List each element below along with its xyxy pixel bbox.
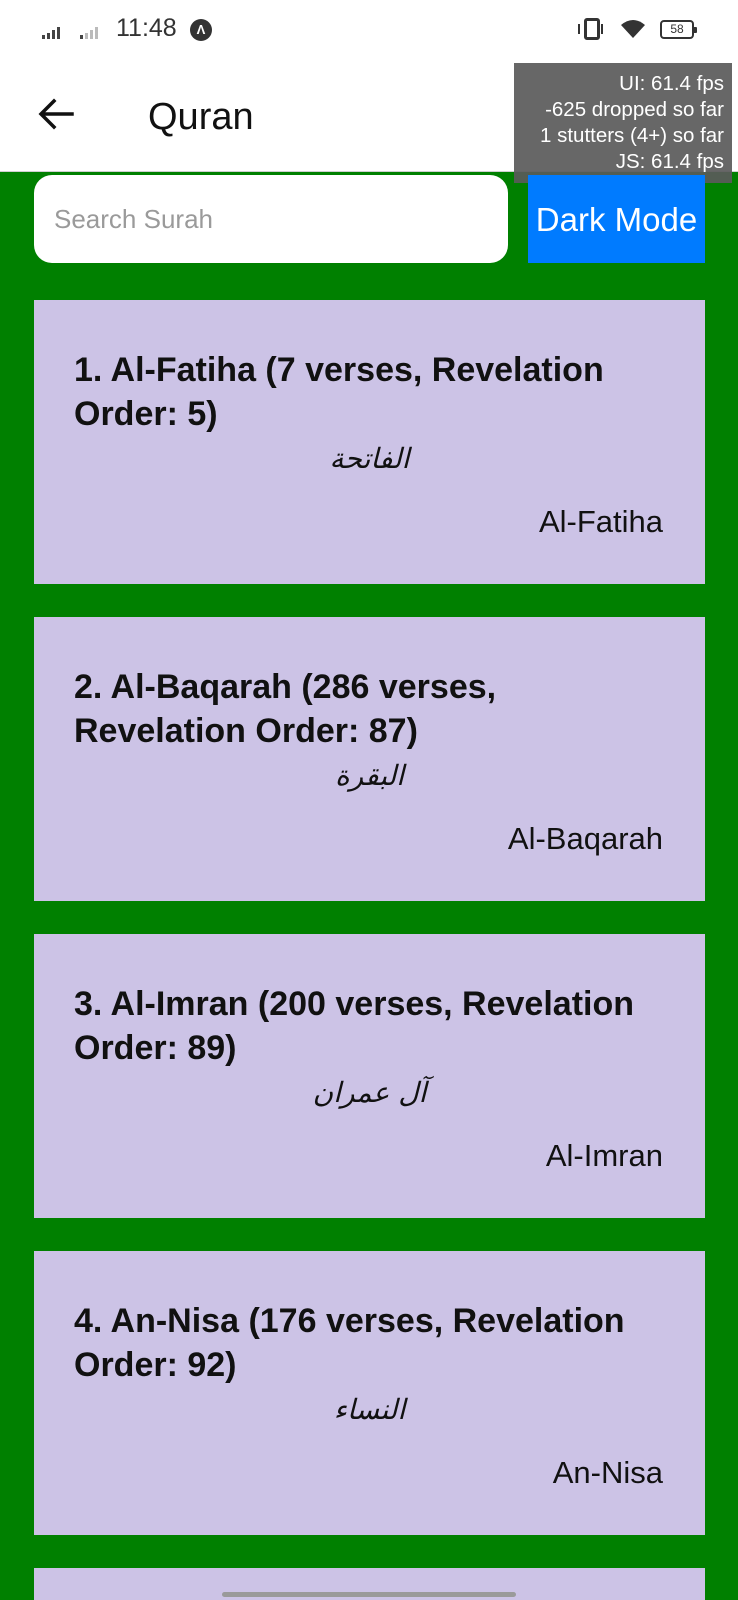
wifi-icon — [621, 20, 645, 38]
search-input[interactable] — [34, 175, 508, 263]
page-title: Quran — [148, 96, 254, 138]
surah-arabic-name: آل عمران — [312, 1076, 427, 1109]
perf-js-fps: JS: 61.4 fps — [615, 150, 724, 173]
battery-icon: 58 — [660, 20, 697, 39]
surah-card[interactable]: 3. Al-Imran (200 verses, Revelation Orde… — [34, 934, 705, 1218]
surah-title: 2. Al-Baqarah (286 verses, Revelation Or… — [74, 668, 497, 750]
status-time: 11:48 — [116, 14, 177, 42]
vibrate-icon — [578, 18, 603, 40]
surah-english-name: Al-Fatiha — [538, 504, 663, 539]
surah-card[interactable]: 4. An-Nisa (176 verses, Revelation Order… — [34, 1251, 705, 1535]
app-notification-icon: Λ — [190, 19, 212, 41]
surah-english-name: An-Nisa — [552, 1455, 663, 1490]
surah-title: 4. An-Nisa (176 verses, Revelation Order… — [74, 1302, 625, 1384]
signal-icon — [42, 27, 66, 39]
surah-title: 1. Al-Fatiha (7 verses, Revelation Order… — [74, 351, 604, 433]
signal-icon — [80, 27, 104, 39]
surah-arabic-name: النساء — [333, 1393, 406, 1426]
surah-title: 3. Al-Imran (200 verses, Revelation Orde… — [74, 985, 635, 1067]
perf-dropped: -625 dropped so far — [545, 98, 724, 121]
dark-mode-button[interactable]: Dark Mode — [528, 175, 705, 263]
surah-english-name: Al-Imran — [545, 1138, 663, 1173]
surah-card[interactable]: 1. Al-Fatiha (7 verses, Revelation Order… — [34, 300, 705, 584]
arrow-left-icon[interactable] — [36, 94, 76, 134]
surah-arabic-name: البقرة — [334, 759, 405, 792]
surah-arabic-name: الفاتحة — [329, 442, 410, 475]
perf-stutters: 1 stutters (4+) so far — [540, 124, 724, 147]
surah-card[interactable]: 2. Al-Baqarah (286 verses, Revelation Or… — [34, 617, 705, 901]
status-bar: 11:48 Λ 58 — [0, 0, 738, 60]
home-indicator[interactable] — [222, 1592, 516, 1597]
perf-monitor-overlay: UI: 61.4 fps -625 dropped so far 1 stutt… — [514, 63, 732, 183]
surah-english-name: Al-Baqarah — [507, 821, 663, 856]
perf-ui-fps: UI: 61.4 fps — [619, 72, 724, 95]
